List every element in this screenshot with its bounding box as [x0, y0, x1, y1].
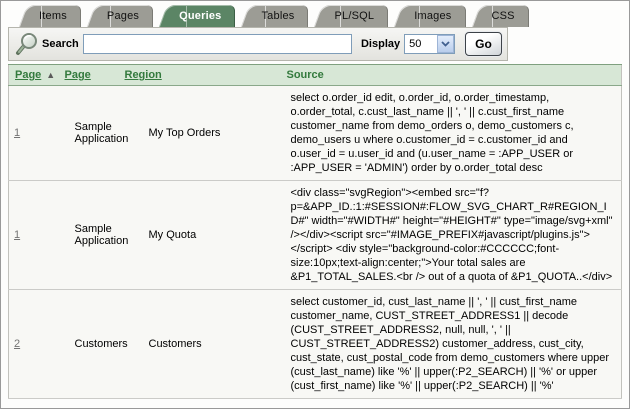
- tab-images[interactable]: Images: [394, 5, 465, 27]
- page-link[interactable]: 1: [14, 229, 20, 241]
- tab-tables[interactable]: Tables: [241, 5, 308, 27]
- display-label: Display: [361, 38, 400, 50]
- search-region: Search Display 50 Go: [8, 27, 508, 61]
- page-link[interactable]: 2: [14, 338, 20, 350]
- page-number-cell: 1: [9, 181, 59, 290]
- sort-link-page[interactable]: Page: [65, 69, 91, 81]
- source-cell: select o.order_id edit, o.order_id, o.or…: [281, 86, 622, 181]
- region-cell: My Quota: [119, 181, 281, 290]
- column-header-page: Page: [59, 65, 119, 86]
- table-row: 1 Sample Application My Top Orders selec…: [9, 86, 622, 181]
- tab-label: PL/SQL: [334, 10, 374, 22]
- tab-queries[interactable]: Queries: [159, 5, 235, 27]
- report-table: Page ▲ Page Region Source 1 Sample Applic…: [8, 64, 622, 399]
- page-link[interactable]: 1: [14, 127, 20, 139]
- sort-link-page-number[interactable]: Page: [15, 69, 41, 81]
- column-header-source: Source: [281, 65, 622, 86]
- page-name-cell: Sample Application: [59, 86, 119, 181]
- tab-pages[interactable]: Pages: [87, 5, 153, 27]
- display-select[interactable]: 50: [404, 34, 455, 54]
- display-select-value: 50: [405, 38, 437, 50]
- search-label: Search: [42, 38, 79, 50]
- tab-label: Pages: [107, 10, 139, 22]
- tab-label: Images: [414, 10, 451, 22]
- source-cell: select customer_id, cust_last_name || ',…: [281, 290, 622, 399]
- table-row: 2 Customers Customers select customer_id…: [9, 290, 622, 399]
- column-header-region: Region: [119, 65, 281, 86]
- source-cell: <div class="svgRegion"><embed src="f?p=&…: [281, 181, 622, 290]
- page-number-cell: 1: [9, 86, 59, 181]
- header-row: Page ▲ Page Region Source: [9, 65, 622, 86]
- search-input[interactable]: [83, 34, 352, 54]
- go-button[interactable]: Go: [465, 32, 502, 56]
- region-cell: Customers: [119, 290, 281, 399]
- tab-label: CSS: [492, 10, 515, 22]
- search-icon: [14, 31, 40, 57]
- page-name-cell: Sample Application: [59, 181, 119, 290]
- page-name-cell: Customers: [59, 290, 119, 399]
- page-number-cell: 2: [9, 290, 59, 399]
- tab-label: Queries: [179, 10, 221, 22]
- column-header-page-number: Page ▲: [9, 65, 59, 86]
- tab-items[interactable]: Items: [19, 5, 81, 27]
- tab-label: Tables: [261, 10, 294, 22]
- tab-plsql[interactable]: PL/SQL: [314, 5, 388, 27]
- chevron-down-icon[interactable]: [437, 35, 454, 53]
- tab-label: Items: [39, 10, 67, 22]
- queries-report: Page ▲ Page Region Source 1 Sample Applic…: [8, 64, 622, 399]
- sort-asc-icon: ▲: [46, 70, 55, 80]
- region-cell: My Top Orders: [119, 86, 281, 181]
- tab-css[interactable]: CSS: [472, 5, 529, 27]
- table-row: 1 Sample Application My Quota <div class…: [9, 181, 622, 290]
- sort-link-region[interactable]: Region: [125, 69, 162, 81]
- tab-bar: Items Pages Queries Tables PL/SQL Images…: [1, 1, 629, 27]
